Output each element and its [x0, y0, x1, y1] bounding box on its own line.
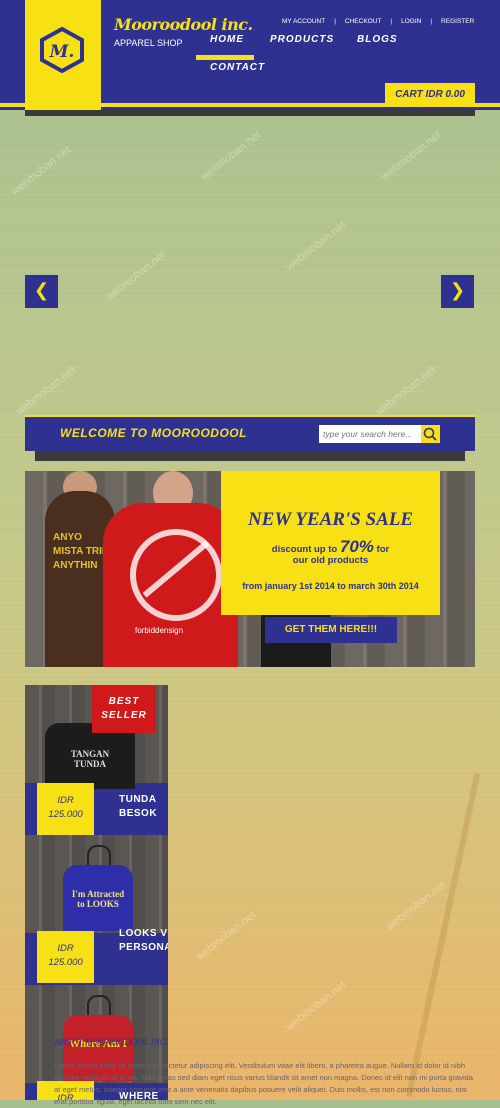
tshirt-print: TANGAN TUNDA [70, 749, 110, 769]
header-shadow-bar [25, 110, 475, 116]
product-image[interactable]: I'm Attracted to LOOKS [25, 835, 168, 933]
price-currency: IDR [57, 795, 74, 806]
product-price: IDR 125.000 [37, 783, 94, 835]
nav-home[interactable]: HOME [210, 34, 244, 45]
product-price: IDR 125.000 [37, 931, 94, 983]
discount-prefix: discount up to [271, 544, 338, 555]
price-value: 125.000 [48, 957, 83, 968]
nav-active-indicator [196, 55, 254, 60]
checkout-link[interactable]: CHECKOUT [340, 18, 386, 25]
tshirt-print: I'm Attracted to LOOKS [71, 889, 125, 909]
about-heading: ABOUT MOOROODOOL INC. [54, 1037, 168, 1047]
shirt-print-label: forbiddensign [135, 626, 184, 635]
logo-hexagon-icon: M. [40, 27, 84, 73]
search-icon [423, 427, 437, 441]
price-value: 125.000 [48, 809, 83, 820]
register-link[interactable]: REGISTER [436, 18, 479, 25]
sale-discount-line: discount up to 70% for [221, 537, 440, 557]
discount-suffix: for [376, 544, 390, 555]
link-separator: | [390, 18, 393, 25]
login-link[interactable]: LOGIN [396, 18, 426, 25]
get-them-here-button[interactable]: GET THEM HERE!!! [265, 617, 397, 643]
logo[interactable]: M. [25, 0, 101, 110]
brand-tagline: APPAREL SHOP [114, 38, 183, 48]
discount-percent: 70% [339, 537, 374, 556]
chevron-left-icon: ❮ [33, 280, 50, 301]
search-button[interactable] [421, 425, 440, 443]
link-separator: | [334, 18, 336, 25]
search-input[interactable] [319, 425, 423, 443]
sale-dates: from january 1st 2014 to march 30th 2014 [242, 581, 419, 591]
product-name[interactable]: LOOKS VS PERSONALITY [119, 927, 168, 955]
best-seller-badge: BEST SELLER [92, 685, 156, 733]
slider-next-button[interactable]: ❯ [441, 275, 474, 308]
nav-products[interactable]: PRODUCTS [270, 34, 334, 45]
slider-prev-button[interactable]: ❮ [25, 275, 58, 308]
nav-blogs[interactable]: BLOGS [357, 34, 398, 45]
sale-panel: NEW YEAR'S SALE discount up to 70% for o… [221, 471, 440, 615]
welcome-shadow [35, 451, 465, 461]
product-card[interactable]: TANGAN TUNDA BEST SELLER IDR 125.000 TUN… [25, 685, 168, 835]
product-name[interactable]: TUNDA BESOK [119, 793, 164, 821]
promo-banner[interactable]: ANYO MISTA TRIM ANYTHIN forbiddensign NE… [25, 471, 475, 667]
price-currency: IDR [57, 943, 74, 954]
hanger-icon [87, 995, 111, 1017]
logo-mark: M. [49, 42, 75, 62]
nav-contact[interactable]: CONTACT [210, 62, 265, 73]
hanger-icon [87, 845, 111, 867]
sale-products-line: our old products [292, 555, 369, 566]
chevron-right-icon: ❯ [449, 280, 466, 301]
account-links: MY ACCOUNT | CHECKOUT | LOGIN | REGISTER [277, 18, 479, 25]
product-card[interactable]: I'm Attracted to LOOKS IDR 125.000 LOOKS… [25, 835, 168, 983]
welcome-bar: WELCOME TO MOOROODOOL [25, 415, 475, 451]
cart-button[interactable]: CART IDR 0.00 [385, 83, 475, 106]
brand-name[interactable]: Mooroodool inc. [114, 15, 253, 34]
about-text: Lorem ipsum dolor sit amet, consectetur … [54, 1061, 473, 1106]
link-separator: | [430, 18, 433, 25]
sale-title: NEW YEAR'S SALE [247, 509, 414, 530]
welcome-heading: WELCOME TO MOOROODOOL [60, 426, 247, 440]
my-account-link[interactable]: MY ACCOUNT [277, 18, 330, 25]
